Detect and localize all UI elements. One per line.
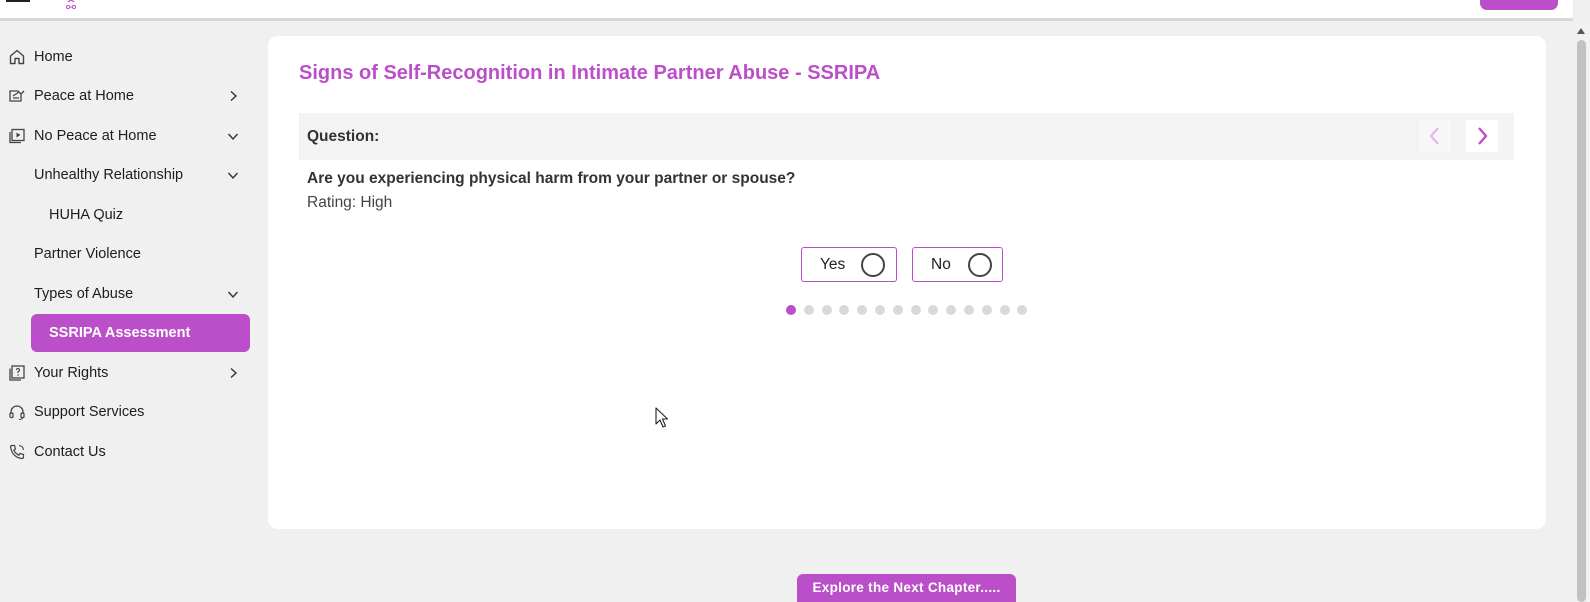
- progress-dot[interactable]: [875, 305, 885, 315]
- sidebar-item-label: Types of Abuse: [34, 286, 134, 302]
- sidebar-item-huha-quiz[interactable]: HUHA Quiz: [0, 197, 262, 233]
- sidebar-item-peace-at-home[interactable]: Peace at Home: [0, 78, 262, 114]
- progress-dot[interactable]: [928, 305, 939, 315]
- question-book-icon: [9, 365, 25, 381]
- question-rating: Rating: High: [307, 194, 393, 211]
- progress-dot[interactable]: [892, 305, 903, 315]
- progress-dot[interactable]: [964, 305, 974, 315]
- sidebar-item-home[interactable]: Home: [0, 39, 262, 75]
- sidebar-item-label: Home: [34, 49, 73, 65]
- video-play-icon: [9, 128, 25, 144]
- top-header: [0, 0, 1573, 21]
- progress-dot[interactable]: [839, 305, 850, 315]
- sidebar-item-label: No Peace at Home: [34, 128, 157, 144]
- chevron-left-icon: [1429, 127, 1439, 145]
- sidebar-item-label: Partner Violence: [34, 246, 141, 262]
- progress-dot[interactable]: [910, 305, 921, 315]
- assessment-card: Signs of Self-Recognition in Intimate Pa…: [268, 36, 1546, 529]
- sidebar-item-label: Unhealthy Relationship: [34, 167, 184, 183]
- hamburger-menu-icon[interactable]: [6, 0, 30, 2]
- sidebar-item-label: HUHA Quiz: [49, 207, 124, 223]
- answer-label: Yes: [820, 255, 846, 273]
- previous-question-button[interactable]: [1419, 120, 1451, 152]
- question-label: Question:: [307, 128, 380, 145]
- scroll-up-arrow-icon[interactable]: [1577, 28, 1585, 34]
- sidebar-item-label: Peace at Home: [34, 88, 134, 104]
- sidebar-item-your-rights[interactable]: Your Rights: [0, 355, 262, 391]
- answer-yes-option[interactable]: Yes: [801, 247, 897, 282]
- answer-label: No: [931, 255, 951, 273]
- sidebar-item-label: Contact Us: [34, 444, 106, 460]
- phone-icon: [9, 444, 25, 460]
- chevron-down-icon[interactable]: [226, 287, 240, 301]
- mouse-cursor-icon: [655, 407, 669, 428]
- radio-circle-icon[interactable]: [861, 252, 885, 277]
- explore-next-chapter-button[interactable]: Explore the Next Chapter.....: [797, 574, 1016, 602]
- sidebar-item-no-peace-at-home[interactable]: No Peace at Home: [0, 118, 262, 154]
- app-logo-icon[interactable]: [62, 0, 80, 10]
- progress-dot[interactable]: [821, 305, 832, 315]
- question-text: Are you experiencing physical harm from …: [307, 170, 796, 187]
- progress-dot[interactable]: [786, 305, 796, 315]
- page-title: Signs of Self-Recognition in Intimate Pa…: [299, 62, 881, 84]
- page: Home Peace at Home No Peace at Home Unhe…: [0, 0, 1590, 602]
- chevron-right-icon: [1478, 127, 1488, 145]
- progress-dot[interactable]: [999, 305, 1010, 315]
- home-icon: [9, 49, 25, 65]
- next-question-button[interactable]: [1466, 120, 1498, 152]
- progress-dot[interactable]: [946, 305, 957, 315]
- progress-dot[interactable]: [803, 305, 814, 315]
- chevron-down-icon[interactable]: [226, 129, 240, 143]
- chevron-right-icon[interactable]: [226, 366, 240, 380]
- sidebar-item-partner-violence[interactable]: Partner Violence: [0, 236, 262, 272]
- sidebar-item-label: SSRIPA Assessment: [49, 325, 191, 341]
- sidebar-item-support-services[interactable]: Support Services: [0, 394, 262, 430]
- scrollbar-thumb[interactable]: [1577, 40, 1586, 602]
- sidebar-item-types-of-abuse[interactable]: Types of Abuse: [0, 276, 262, 312]
- sidebar-item-label: Your Rights: [34, 365, 109, 381]
- progress-dot[interactable]: [981, 305, 992, 315]
- sidebar-item-unhealthy-relationship[interactable]: Unhealthy Relationship: [0, 157, 262, 193]
- question-progress-dots: [786, 305, 1036, 317]
- chevron-down-icon[interactable]: [226, 168, 240, 182]
- sidebar-item-label: Support Services: [34, 404, 145, 420]
- progress-dot[interactable]: [1017, 305, 1028, 315]
- progress-dot[interactable]: [857, 305, 868, 315]
- sidebar-item-contact-us[interactable]: Contact Us: [0, 434, 262, 470]
- answer-no-option[interactable]: No: [912, 247, 1003, 282]
- question-header-bar: Question:: [299, 113, 1514, 160]
- chevron-right-icon[interactable]: [226, 89, 240, 103]
- header-action-button[interactable]: [1480, 0, 1558, 10]
- headset-icon: [9, 405, 25, 421]
- sidebar-item-ssripa-assessment[interactable]: SSRIPA Assessment: [31, 314, 250, 352]
- radio-circle-icon[interactable]: [968, 252, 992, 277]
- book-icon: [9, 90, 25, 102]
- vertical-scrollbar[interactable]: [1573, 24, 1590, 602]
